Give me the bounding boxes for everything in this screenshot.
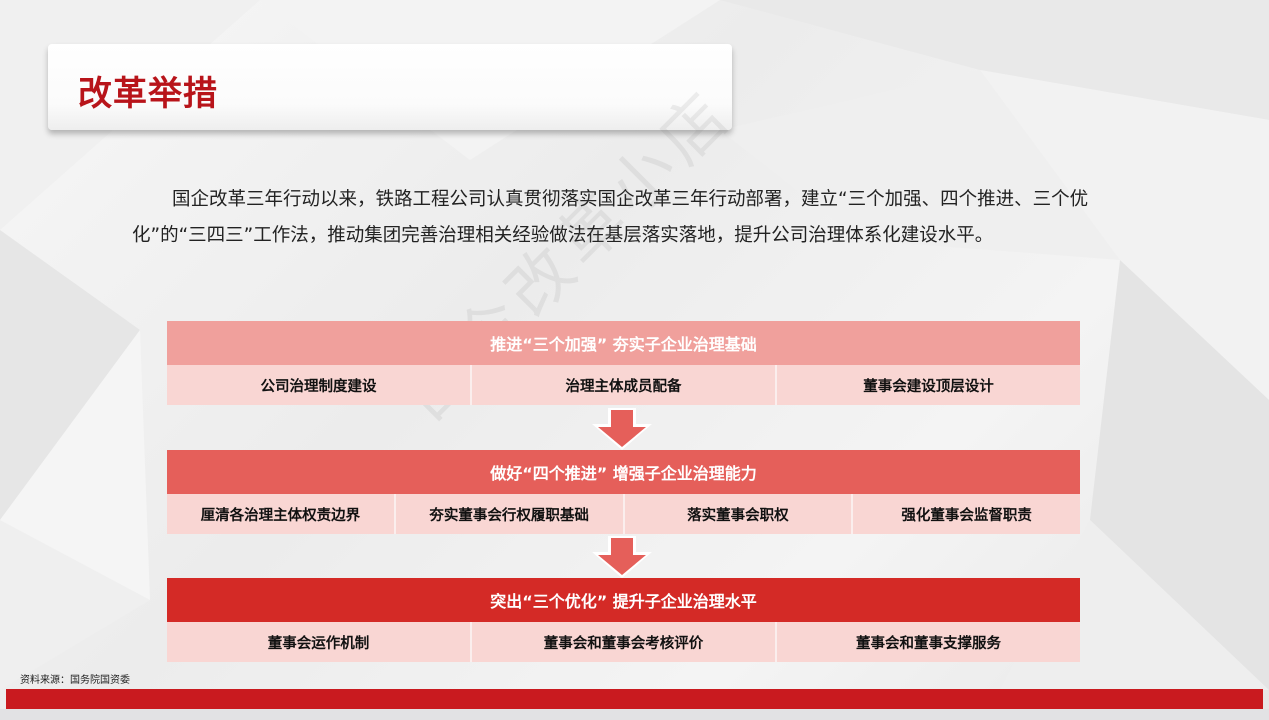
section-item: 落实董事会职权 — [625, 494, 854, 534]
section-item: 董事会建设顶层设计 — [863, 378, 994, 395]
section-strengthen: 推进“三个加强” 夯实子企业治理基础 公司治理制度建设 治理主体成员配备 董事会… — [167, 321, 1080, 405]
intro-paragraph: 国企改革三年行动以来，铁路工程公司认真贯彻落实国企改革三年行动部署，建立“三个加… — [132, 189, 1089, 246]
title-box: 改革举措 — [48, 44, 732, 130]
section-item: 董事会和董事会考核评价 — [472, 622, 777, 662]
page-title: 改革举措 — [78, 74, 218, 114]
section-items: 董事会运作机制 董事会和董事会考核评价 董事会和董事支撑服务 — [167, 622, 1080, 662]
section-item: 夯实董事会行权履职基础 — [396, 494, 625, 534]
section-item: 治理主体成员配备 — [472, 365, 777, 405]
bottom-bar — [6, 689, 1263, 709]
section-header: 突出“三个优化” 提升子企业治理水平 — [167, 578, 1080, 622]
section-item: 厘清各治理主体权责边界 — [167, 494, 396, 534]
section-promote: 做好“四个推进” 增强子企业治理能力 厘清各治理主体权责边界 夯实董事会行权履职… — [167, 450, 1080, 534]
section-optimize: 突出“三个优化” 提升子企业治理水平 董事会运作机制 董事会和董事会考核评价 董… — [167, 578, 1080, 662]
down-arrow-icon — [592, 536, 652, 578]
section-item: 公司治理制度建设 — [167, 365, 472, 405]
source-note: 资料来源：国务院国资委 — [20, 675, 130, 686]
slide: 改革举措 国企改革三年行动以来，铁路工程公司认真贯彻落实国企改革三年行动部署，建… — [0, 0, 1269, 720]
bottom-strip — [0, 709, 1269, 720]
section-header: 做好“四个推进” 增强子企业治理能力 — [167, 450, 1080, 494]
down-arrow-icon — [592, 408, 652, 450]
section-header: 推进“三个加强” 夯实子企业治理基础 — [167, 321, 1080, 365]
section-items: 厘清各治理主体权责边界 夯实董事会行权履职基础 落实董事会职权 强化董事会监督职… — [167, 494, 1080, 534]
section-items: 公司治理制度建设 治理主体成员配备 董事会建设顶层设计 — [167, 365, 1080, 405]
section-item: 董事会运作机制 — [167, 622, 472, 662]
section-item: 董事会和董事支撑服务 — [856, 635, 1001, 652]
section-item: 强化董事会监督职责 — [901, 507, 1032, 524]
